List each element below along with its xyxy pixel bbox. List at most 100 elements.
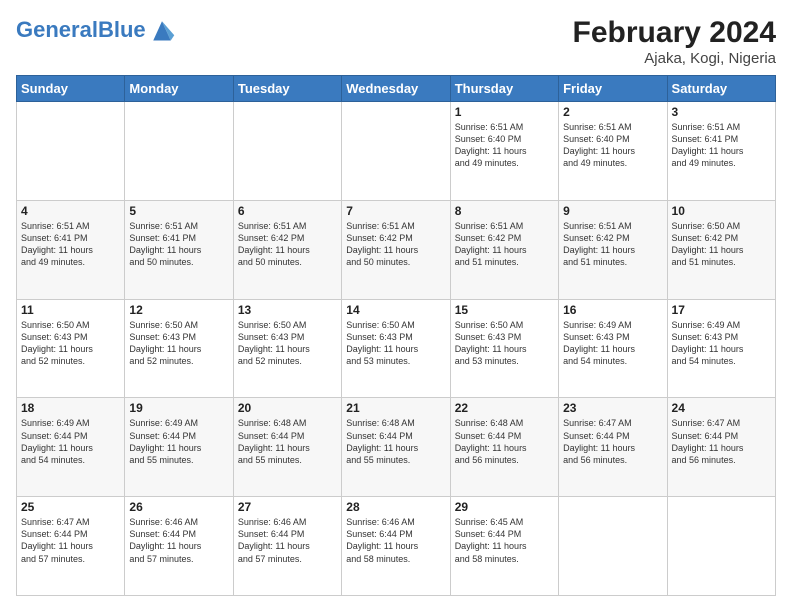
day-cell: 9 Sunrise: 6:51 AM Sunset: 6:42 PM Daylig…: [559, 200, 667, 299]
day-number: 3: [672, 105, 771, 119]
day-number: 12: [129, 303, 228, 317]
logo-blue: Blue: [98, 17, 146, 42]
day-cell: [17, 102, 125, 201]
day-cell: [125, 102, 233, 201]
col-thursday: Thursday: [450, 76, 558, 102]
day-cell: [559, 497, 667, 596]
day-cell: 14 Sunrise: 6:50 AM Sunset: 6:43 PM Dayli…: [342, 299, 450, 398]
day-cell: 22 Sunrise: 6:48 AM Sunset: 6:44 PM Dayli…: [450, 398, 558, 497]
logo-icon: [148, 16, 176, 44]
day-number: 2: [563, 105, 662, 119]
day-info: Sunrise: 6:48 AM Sunset: 6:44 PM Dayligh…: [238, 417, 337, 466]
day-info: Sunrise: 6:47 AM Sunset: 6:44 PM Dayligh…: [563, 417, 662, 466]
day-cell: 16Sunrise: 6:49 AM Sunset: 6:43 PM Dayli…: [559, 299, 667, 398]
day-number: 8: [455, 204, 554, 218]
day-cell: 19 Sunrise: 6:49 AM Sunset: 6:44 PM Dayli…: [125, 398, 233, 497]
day-number: 13: [238, 303, 337, 317]
day-number: 21: [346, 401, 445, 415]
day-info: Sunrise: 6:51 AM Sunset: 6:40 PM Dayligh…: [455, 121, 554, 170]
header: GeneralBlue February 2024 Ajaka, Kogi, N…: [16, 16, 776, 67]
day-info: Sunrise: 6:51 AM Sunset: 6:41 PM Dayligh…: [672, 121, 771, 170]
day-cell: 25Sunrise: 6:47 AM Sunset: 6:44 PM Dayli…: [17, 497, 125, 596]
day-cell: 5 Sunrise: 6:51 AM Sunset: 6:41 PM Daylig…: [125, 200, 233, 299]
col-sunday: Sunday: [17, 76, 125, 102]
day-number: 26: [129, 500, 228, 514]
day-number: 10: [672, 204, 771, 218]
day-cell: 26 Sunrise: 6:46 AM Sunset: 6:44 PM Dayli…: [125, 497, 233, 596]
day-number: 11: [21, 303, 120, 317]
col-saturday: Saturday: [667, 76, 775, 102]
day-info: Sunrise: 6:51 AM Sunset: 6:40 PM Dayligh…: [563, 121, 662, 170]
week-row-2: 11 Sunrise: 6:50 AM Sunset: 6:43 PM Dayli…: [17, 299, 776, 398]
day-info: Sunrise: 6:46 AM Sunset: 6:44 PM Dayligh…: [129, 516, 228, 565]
day-number: 18: [21, 401, 120, 415]
day-cell: 28Sunrise: 6:46 AM Sunset: 6:44 PM Dayli…: [342, 497, 450, 596]
day-info: Sunrise: 6:51 AM Sunset: 6:42 PM Dayligh…: [455, 220, 554, 269]
day-number: 17: [672, 303, 771, 317]
logo-general: General: [16, 17, 98, 42]
day-cell: 29 Sunrise: 6:45 AM Sunset: 6:44 PM Dayli…: [450, 497, 558, 596]
day-info: Sunrise: 6:46 AM Sunset: 6:44 PM Dayligh…: [238, 516, 337, 565]
day-cell: [667, 497, 775, 596]
day-number: 5: [129, 204, 228, 218]
day-info: Sunrise: 6:51 AM Sunset: 6:41 PM Dayligh…: [21, 220, 120, 269]
day-info: Sunrise: 6:51 AM Sunset: 6:41 PM Dayligh…: [129, 220, 228, 269]
day-info: Sunrise: 6:50 AM Sunset: 6:43 PM Dayligh…: [455, 319, 554, 368]
day-number: 1: [455, 105, 554, 119]
day-number: 27: [238, 500, 337, 514]
day-cell: 17Sunrise: 6:49 AM Sunset: 6:43 PM Dayli…: [667, 299, 775, 398]
day-cell: 11Sunrise: 6:50 AM Sunset: 6:43 PM Dayli…: [17, 299, 125, 398]
day-number: 4: [21, 204, 120, 218]
day-info: Sunrise: 6:50 AM Sunset: 6:42 PM Dayligh…: [672, 220, 771, 269]
day-cell: 15 Sunrise: 6:50 AM Sunset: 6:43 PM Dayli…: [450, 299, 558, 398]
day-cell: 24 Sunrise: 6:47 AM Sunset: 6:44 PM Dayli…: [667, 398, 775, 497]
day-number: 20: [238, 401, 337, 415]
col-monday: Monday: [125, 76, 233, 102]
day-cell: 10 Sunrise: 6:50 AM Sunset: 6:42 PM Dayli…: [667, 200, 775, 299]
title-block: February 2024 Ajaka, Kogi, Nigeria: [573, 16, 776, 67]
day-cell: [233, 102, 341, 201]
day-cell: 18 Sunrise: 6:49 AM Sunset: 6:44 PM Dayli…: [17, 398, 125, 497]
day-info: Sunrise: 6:49 AM Sunset: 6:44 PM Dayligh…: [21, 417, 120, 466]
col-tuesday: Tuesday: [233, 76, 341, 102]
day-info: Sunrise: 6:45 AM Sunset: 6:44 PM Dayligh…: [455, 516, 554, 565]
calendar-table: Sunday Monday Tuesday Wednesday Thursday…: [16, 75, 776, 596]
day-number: 7: [346, 204, 445, 218]
calendar-header: Sunday Monday Tuesday Wednesday Thursday…: [17, 76, 776, 102]
day-info: Sunrise: 6:51 AM Sunset: 6:42 PM Dayligh…: [346, 220, 445, 269]
day-number: 15: [455, 303, 554, 317]
day-info: Sunrise: 6:49 AM Sunset: 6:44 PM Dayligh…: [129, 417, 228, 466]
day-cell: 20 Sunrise: 6:48 AM Sunset: 6:44 PM Dayli…: [233, 398, 341, 497]
day-info: Sunrise: 6:50 AM Sunset: 6:43 PM Dayligh…: [238, 319, 337, 368]
day-cell: 8 Sunrise: 6:51 AM Sunset: 6:42 PM Daylig…: [450, 200, 558, 299]
day-cell: 4 Sunrise: 6:51 AM Sunset: 6:41 PM Daylig…: [17, 200, 125, 299]
day-cell: [342, 102, 450, 201]
day-info: Sunrise: 6:50 AM Sunset: 6:43 PM Dayligh…: [346, 319, 445, 368]
day-info: Sunrise: 6:46 AM Sunset: 6:44 PM Dayligh…: [346, 516, 445, 565]
day-number: 6: [238, 204, 337, 218]
calendar-body: 1 Sunrise: 6:51 AM Sunset: 6:40 PM Daylig…: [17, 102, 776, 596]
day-number: 19: [129, 401, 228, 415]
day-number: 9: [563, 204, 662, 218]
logo: GeneralBlue: [16, 16, 176, 44]
day-info: Sunrise: 6:47 AM Sunset: 6:44 PM Dayligh…: [672, 417, 771, 466]
day-info: Sunrise: 6:51 AM Sunset: 6:42 PM Dayligh…: [563, 220, 662, 269]
page: GeneralBlue February 2024 Ajaka, Kogi, N…: [0, 0, 792, 612]
days-of-week-row: Sunday Monday Tuesday Wednesday Thursday…: [17, 76, 776, 102]
day-cell: 7 Sunrise: 6:51 AM Sunset: 6:42 PM Daylig…: [342, 200, 450, 299]
day-cell: 12 Sunrise: 6:50 AM Sunset: 6:43 PM Dayli…: [125, 299, 233, 398]
day-number: 14: [346, 303, 445, 317]
month-year: February 2024: [573, 16, 776, 50]
day-info: Sunrise: 6:51 AM Sunset: 6:42 PM Dayligh…: [238, 220, 337, 269]
day-cell: 6 Sunrise: 6:51 AM Sunset: 6:42 PM Daylig…: [233, 200, 341, 299]
day-number: 29: [455, 500, 554, 514]
day-number: 22: [455, 401, 554, 415]
day-info: Sunrise: 6:48 AM Sunset: 6:44 PM Dayligh…: [455, 417, 554, 466]
day-number: 23: [563, 401, 662, 415]
day-number: 16: [563, 303, 662, 317]
day-number: 24: [672, 401, 771, 415]
day-info: Sunrise: 6:50 AM Sunset: 6:43 PM Dayligh…: [129, 319, 228, 368]
day-cell: 21Sunrise: 6:48 AM Sunset: 6:44 PM Dayli…: [342, 398, 450, 497]
day-cell: 13 Sunrise: 6:50 AM Sunset: 6:43 PM Dayli…: [233, 299, 341, 398]
location: Ajaka, Kogi, Nigeria: [573, 50, 776, 67]
